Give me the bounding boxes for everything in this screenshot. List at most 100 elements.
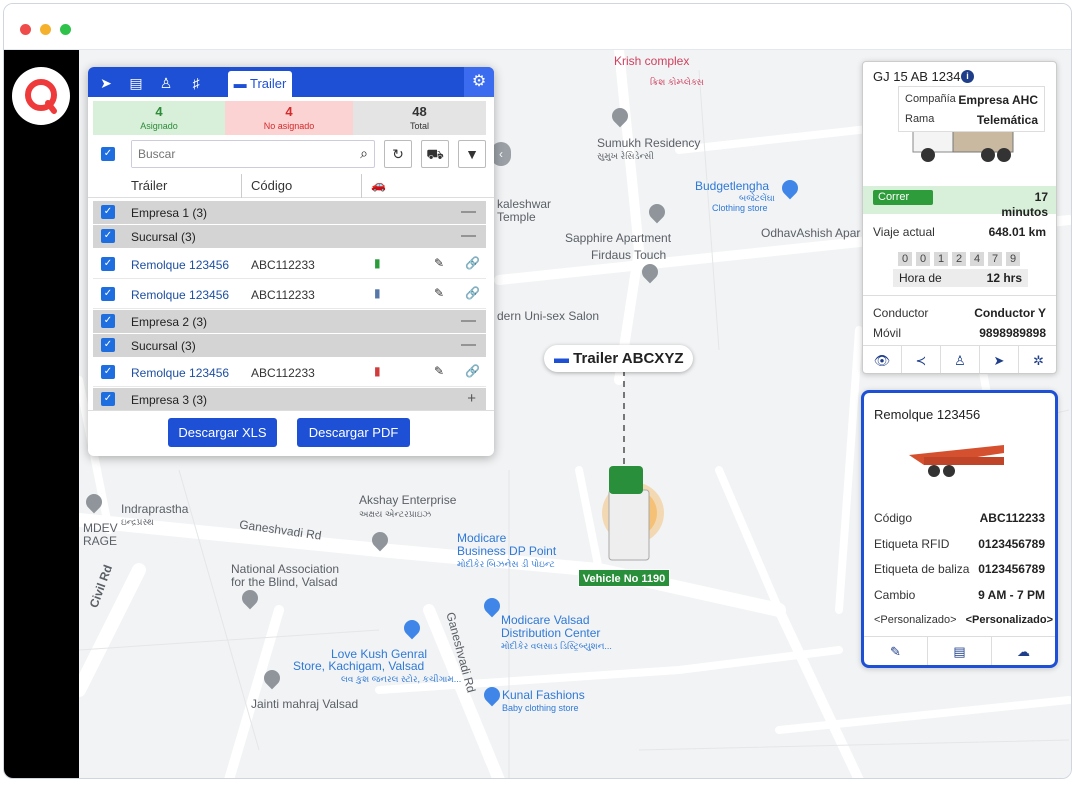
odometer-digit: 7 (988, 252, 1002, 266)
download-pdf-button[interactable]: Descargar PDF (297, 418, 410, 447)
group-row[interactable]: ✓ Sucursal (3) — (93, 334, 486, 357)
collapse-handle[interactable]: ‹ (491, 142, 511, 166)
header-code[interactable]: Código (251, 178, 292, 193)
close-dot[interactable] (20, 24, 31, 35)
group-checkbox[interactable]: ✓ (101, 314, 115, 328)
tab-driver-icon[interactable]: ♙ (154, 73, 178, 93)
trailer-pill-text: Trailer ABCXYZ (573, 350, 684, 367)
collapse-icon[interactable]: — (461, 203, 476, 220)
status-bar: Correr 17 minutos (863, 186, 1056, 219)
download-xls-button[interactable]: Descargar XLS (168, 418, 277, 447)
select-all-checkbox[interactable]: ✓ (101, 147, 115, 161)
eye-icon[interactable]: 👁 (863, 346, 902, 373)
map-label-akshay: Akshay Enterprise (359, 493, 457, 507)
link-icon[interactable]: 🔗 (465, 364, 480, 378)
settings-tool-icon[interactable]: ✲ (1019, 346, 1056, 373)
stat-unassigned[interactable]: 4 No asignado (225, 101, 353, 135)
gear-icon[interactable]: ⚙ (464, 67, 494, 97)
table-row[interactable]: ✓ Remolque 123456 ABC112233 ▮ ✎ 🔗 (93, 358, 486, 387)
stat-total[interactable]: 48 Total (353, 101, 486, 135)
map-label-valsad2: Distribution Center (501, 626, 601, 640)
tab-report-icon[interactable]: ▤ (124, 73, 148, 93)
info-icon[interactable]: i (961, 70, 974, 83)
group-checkbox[interactable]: ✓ (101, 392, 115, 406)
vehicle-plate: GJ 15 AB 1234 (873, 69, 961, 84)
group-row[interactable]: ✓ Empresa 2 (3) — (93, 310, 486, 333)
maximize-dot[interactable] (60, 24, 71, 35)
company-box: Compañía Empresa AHC Rama Telemática (898, 86, 1045, 132)
collapse-icon[interactable]: — (461, 312, 476, 329)
code-label: Código (874, 511, 913, 525)
hours-box: Hora de 12 hrs (893, 269, 1028, 287)
trailer-name-link[interactable]: Remolque 123456 (131, 288, 229, 302)
trailer-panel: ➤ ▤ ♙ ♯ ▬ Trailer ⚙ 4 Asignado 4 No asig… (88, 67, 494, 456)
edit-icon[interactable]: ✎ (434, 256, 444, 270)
hours-label: Hora de (899, 271, 942, 285)
tab-trailer[interactable]: ▬ Trailer (228, 71, 292, 97)
map-label-firdaus: Firdaus Touch (591, 248, 667, 262)
edit-icon[interactable]: ✎ (864, 637, 928, 665)
map-label-kunal2: Baby clothing store (502, 703, 579, 713)
search-icon[interactable]: ⌕ (360, 145, 368, 162)
navigate-icon[interactable]: ➤ (980, 346, 1019, 373)
minimize-dot[interactable] (40, 24, 51, 35)
group-row[interactable]: ✓ Empresa 3 (3) + (93, 388, 486, 411)
group-label: Sucursal (3) (131, 230, 196, 244)
odometer-digit: 0 (916, 252, 930, 266)
stat-assigned[interactable]: 4 Asignado (93, 101, 225, 135)
trailer-image (909, 445, 1004, 477)
group-checkbox[interactable]: ✓ (101, 229, 115, 243)
tab-navigation-icon[interactable]: ➤ (94, 73, 118, 93)
collapse-icon[interactable]: — (461, 336, 476, 353)
branch-label: Rama (905, 113, 935, 125)
document-icon[interactable]: ▤ (928, 637, 992, 665)
group-label: Sucursal (3) (131, 339, 196, 353)
group-row[interactable]: ✓ Sucursal (3) — (93, 225, 486, 248)
driver-value: Conductor Y (974, 306, 1046, 320)
custom-label: <Personalizado> (874, 614, 957, 626)
table-row[interactable]: ✓ Remolque 123456 ABC112233 ▮ ✎ 🔗 (93, 280, 486, 309)
trip-label: Viaje actual (873, 225, 935, 239)
collapse-icon[interactable]: — (461, 227, 476, 244)
vehicle-map-label[interactable]: Vehicle No 1190 (578, 569, 670, 587)
group-label: Empresa 2 (3) (131, 315, 208, 329)
share-icon[interactable]: ≺ (902, 346, 941, 373)
map-label-lovekush2: Store, Kachigam, Valsad (293, 659, 425, 673)
group-row[interactable]: ✓ Empresa 1 (3) — (93, 201, 486, 224)
table-row[interactable]: ✓ Remolque 123456 ABC112233 ▮ ✎ 🔗 (93, 250, 486, 279)
row-checkbox[interactable]: ✓ (101, 365, 115, 379)
trailer-map-label[interactable]: ▬ Trailer ABCXYZ (544, 345, 694, 372)
upload-cloud-icon[interactable]: ☁ (992, 637, 1055, 665)
status-badge: Correr (873, 190, 933, 205)
car-icon[interactable]: 🚗 (371, 178, 386, 192)
edit-icon[interactable]: ✎ (434, 364, 444, 378)
link-icon[interactable]: 🔗 (465, 256, 480, 270)
tab-fence-icon[interactable]: ♯ (184, 73, 208, 93)
expand-icon[interactable]: + (467, 390, 476, 407)
trailer-name-link[interactable]: Remolque 123456 (131, 258, 229, 272)
map-label-nab2: for the Blind, Valsad (231, 575, 338, 589)
group-checkbox[interactable]: ✓ (101, 338, 115, 352)
assign-trailer-icon[interactable]: ⛟ (421, 140, 449, 168)
link-icon[interactable]: 🔗 (465, 286, 480, 300)
beacon-label: Etiqueta de baliza (874, 562, 970, 576)
stat-total-value: 48 (412, 104, 427, 119)
row-checkbox[interactable]: ✓ (101, 287, 115, 301)
app-logo[interactable] (12, 67, 70, 125)
map-label-akshay-gu: અક્ષય એન્ટરપ્રાઇઝ (359, 509, 432, 519)
header-trailer[interactable]: Tráiler (131, 178, 167, 193)
odometer-digit: 9 (1006, 252, 1020, 266)
rfid-value: 0123456789 (978, 537, 1045, 551)
search-input[interactable] (132, 141, 332, 167)
trailer-name-link[interactable]: Remolque 123456 (131, 366, 229, 380)
group-checkbox[interactable]: ✓ (101, 205, 115, 219)
edit-icon[interactable]: ✎ (434, 286, 444, 300)
beacon-value: 0123456789 (978, 562, 1045, 576)
company-value: Empresa AHC (958, 93, 1038, 107)
row-checkbox[interactable]: ✓ (101, 257, 115, 271)
vehicle-status-icon: ▮ (374, 364, 381, 378)
driver-icon[interactable]: ♙ (941, 346, 980, 373)
stat-total-label: Total (409, 121, 429, 131)
filter-icon[interactable]: ▼ (458, 140, 486, 168)
refresh-icon[interactable]: ↻ (384, 140, 412, 168)
